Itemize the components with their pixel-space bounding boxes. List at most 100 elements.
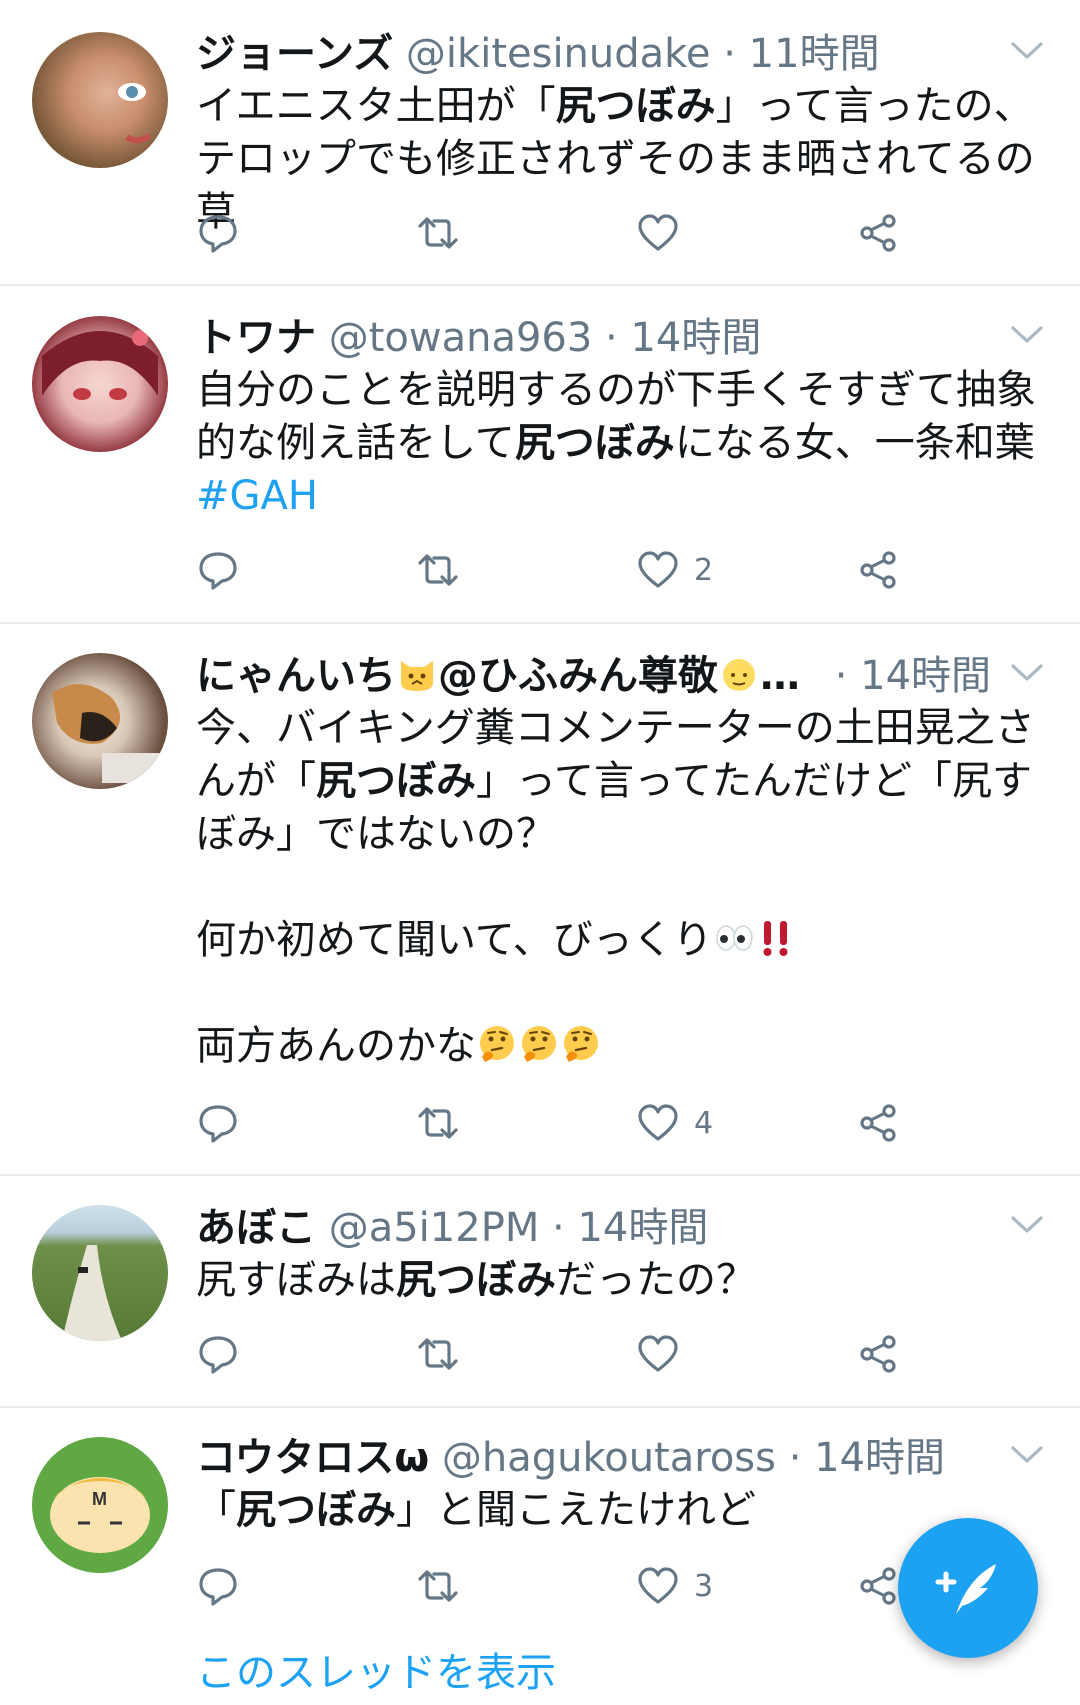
- reply-icon: [196, 1564, 240, 1608]
- share-button[interactable]: [856, 1097, 900, 1149]
- like-button[interactable]: 4: [636, 1097, 713, 1149]
- share-button[interactable]: [856, 544, 900, 596]
- compose-tweet-button[interactable]: [898, 1518, 1038, 1658]
- user-handle[interactable]: @hagukoutaross: [442, 1435, 776, 1481]
- tweet-header: にゃんいち @ひふみん尊敬 … · 14時間: [196, 650, 1056, 702]
- reply-button[interactable]: [196, 1097, 240, 1149]
- reply-icon: [196, 548, 240, 592]
- timestamp[interactable]: 11時間: [749, 31, 880, 77]
- share-icon: [856, 548, 900, 592]
- thinking-face-icon: [518, 1023, 560, 1065]
- retweet-icon: [416, 211, 460, 255]
- user-handle[interactable]: @a5i12PM: [329, 1205, 540, 1251]
- timestamp[interactable]: 14時間: [577, 1205, 708, 1251]
- tweet-text: 尻すぼみは尻つぼみだったの？: [196, 1257, 756, 1303]
- display-name-suffix[interactable]: @ひふみん尊敬: [438, 653, 718, 699]
- display-name[interactable]: にゃんいち: [196, 653, 396, 699]
- chevron-down-icon[interactable]: [1010, 1214, 1044, 1236]
- hashtag-link[interactable]: #GAH: [196, 473, 318, 519]
- avatar[interactable]: [32, 653, 168, 789]
- tweet[interactable]: ジョーンズ @ikitesinudake · 11時間 イエニスタ土田が「尻つぼ…: [0, 0, 1080, 286]
- heart-icon: [636, 1332, 680, 1376]
- highlighted-term: 尻つぼみ: [396, 1257, 556, 1303]
- tweet-header: あぼこ @a5i12PM · 14時間: [196, 1202, 1056, 1254]
- share-icon: [856, 1564, 900, 1608]
- share-icon: [856, 1101, 900, 1145]
- heart-icon: [636, 211, 680, 255]
- tweet[interactable]: トワナ @towana963 · 14時間 自分のことを説明するのが下手くそすぎ…: [0, 286, 1080, 624]
- retweet-button[interactable]: [416, 544, 460, 596]
- avatar[interactable]: [32, 32, 168, 168]
- retweet-button[interactable]: [416, 1328, 460, 1380]
- retweet-button[interactable]: [416, 1097, 460, 1149]
- compose-tweet-icon: [935, 1564, 996, 1614]
- avatar[interactable]: [32, 1205, 168, 1341]
- like-button[interactable]: [636, 1328, 694, 1380]
- chevron-down-icon[interactable]: [1010, 40, 1044, 62]
- like-count: 3: [694, 1568, 714, 1604]
- show-thread-link[interactable]: このスレッドを表示: [196, 1640, 556, 1698]
- thinking-face-icon: [560, 1023, 602, 1065]
- display-name[interactable]: あぼこ: [196, 1205, 316, 1251]
- tweet[interactable]: にゃんいち @ひふみん尊敬 … · 14時間 今、バイキング糞コメンテーターの土田晃…: [0, 624, 1080, 1176]
- display-name[interactable]: トワナ: [196, 315, 316, 361]
- separator-dot: ·: [788, 1435, 802, 1481]
- avatar[interactable]: [32, 316, 168, 452]
- highlighted-term: 尻つぼみ: [555, 83, 716, 129]
- tweet-text: 今、バイキング糞コメンテーターの土田晃之さんが「尻つぼみ」って言ってたんだけど「…: [196, 705, 1035, 1069]
- tweet-header: コウタロスω @hagukoutaross · 14時間: [196, 1432, 1056, 1484]
- retweet-button[interactable]: [416, 207, 460, 259]
- heart-icon: [636, 1101, 680, 1145]
- tweet-header: ジョーンズ @ikitesinudake · 11時間: [196, 28, 1056, 80]
- user-handle[interactable]: @ikitesinudake: [406, 31, 711, 77]
- separator-dot: ·: [834, 653, 848, 699]
- retweet-icon: [416, 548, 460, 592]
- avatar[interactable]: M: [32, 1437, 168, 1573]
- reply-icon: [196, 211, 240, 255]
- highlighted-term: 尻つぼみ: [316, 758, 476, 804]
- user-handle[interactable]: @towana963: [329, 315, 593, 361]
- timestamp[interactable]: 14時間: [814, 1435, 945, 1481]
- chevron-down-icon[interactable]: [1010, 324, 1044, 346]
- share-button[interactable]: [856, 1328, 900, 1380]
- like-button[interactable]: 3: [636, 1560, 713, 1612]
- tweet-header: トワナ @towana963 · 14時間: [196, 312, 1056, 364]
- chevron-down-icon[interactable]: [1010, 662, 1044, 684]
- highlighted-term: 尻つぼみ: [236, 1487, 396, 1533]
- reply-icon: [196, 1332, 240, 1376]
- share-button[interactable]: [856, 1560, 900, 1612]
- heart-icon: [636, 1564, 680, 1608]
- retweet-icon: [416, 1564, 460, 1608]
- name-ellipsis: …: [760, 653, 800, 699]
- retweet-icon: [416, 1332, 460, 1376]
- tweet-text: 自分のことを説明するのが下手くそすぎて抽象的な例え話をして尻つぼみになる女、一条…: [196, 367, 1036, 519]
- share-icon: [856, 211, 900, 255]
- separator-dot: ·: [552, 1205, 565, 1251]
- eyes-icon: [713, 917, 755, 959]
- double-exclamation-icon: [755, 917, 797, 959]
- separator-dot: ·: [605, 315, 618, 361]
- chevron-down-icon[interactable]: [1010, 1444, 1044, 1466]
- like-button[interactable]: [636, 207, 694, 259]
- like-button[interactable]: 2: [636, 544, 713, 596]
- display-name[interactable]: コウタロスω: [196, 1435, 429, 1481]
- svg-text:M: M: [92, 1489, 107, 1509]
- timestamp[interactable]: 14時間: [630, 315, 761, 361]
- like-count: 4: [694, 1105, 714, 1141]
- reply-button[interactable]: [196, 544, 240, 596]
- share-button[interactable]: [856, 207, 900, 259]
- highlighted-term: 尻つぼみ: [514, 420, 675, 466]
- reply-button[interactable]: [196, 207, 240, 259]
- timestamp[interactable]: 14時間: [860, 653, 991, 699]
- separator-dot: ·: [723, 31, 736, 77]
- share-icon: [856, 1332, 900, 1376]
- elder-face-icon: [718, 653, 760, 695]
- reply-button[interactable]: [196, 1560, 240, 1612]
- reply-button[interactable]: [196, 1328, 240, 1380]
- tweet[interactable]: あぼこ @a5i12PM · 14時間 尻すぼみは尻つぼみだったの？: [0, 1176, 1080, 1408]
- heart-icon: [636, 548, 680, 592]
- retweet-button[interactable]: [416, 1560, 460, 1612]
- cat-face-icon: [396, 653, 438, 695]
- thinking-face-icon: [476, 1023, 518, 1065]
- display-name[interactable]: ジョーンズ: [196, 31, 393, 77]
